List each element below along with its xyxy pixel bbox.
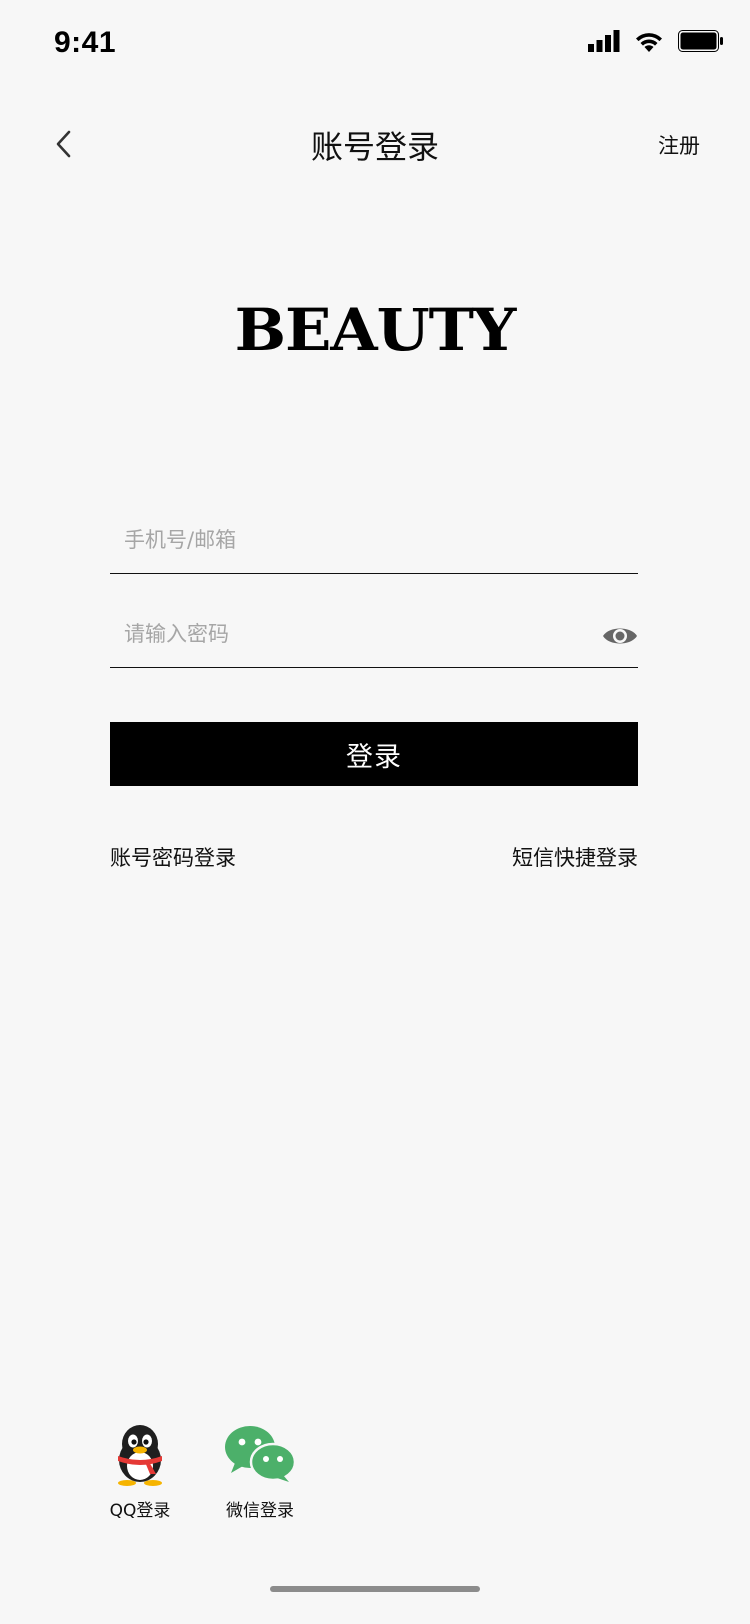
brand-logo: BEAUTY: [234, 296, 517, 364]
register-link[interactable]: 注册: [658, 130, 700, 160]
login-screen: 9:41 账号登录 注册 BEAUTY 手机号/邮箱 登录 账号密码登录 短信快…: [0, 0, 750, 1624]
page-title: 账号登录: [310, 128, 439, 166]
qq-penguin-icon: [118, 1425, 162, 1486]
wechat-login-button[interactable]: 微信登录: [220, 1422, 300, 1521]
status-bar: 9:41: [0, 0, 750, 88]
sms-login-link[interactable]: 短信快捷登录: [512, 842, 638, 872]
qq-login-label: QQ登录: [109, 1501, 171, 1521]
wechat-login-label: 微信登录: [226, 1501, 294, 1521]
login-form: 登录 账号密码登录 短信快捷登录: [110, 510, 638, 872]
home-indicator: [270, 1586, 480, 1592]
wechat-icon: [225, 1426, 297, 1482]
status-icons: [588, 30, 724, 52]
login-button[interactable]: 登录: [110, 722, 638, 786]
password-login-link[interactable]: 账号密码登录: [110, 842, 236, 872]
wifi-icon: [636, 33, 662, 52]
cellular-signal-icon: [588, 30, 620, 52]
phone-field: [110, 510, 638, 574]
phone-email-input[interactable]: [124, 518, 564, 562]
password-input[interactable]: [124, 612, 564, 656]
password-field: [110, 604, 638, 668]
qq-login-button[interactable]: QQ登录: [100, 1422, 180, 1521]
battery-icon: [678, 30, 723, 52]
alt-login-links: 账号密码登录 短信快捷登录: [110, 842, 638, 872]
eye-icon[interactable]: [602, 622, 638, 650]
social-login: QQ登录 微信登录: [100, 1422, 300, 1521]
nav-bar: 账号登录 注册: [0, 100, 750, 188]
status-time: 9:41: [54, 26, 117, 59]
